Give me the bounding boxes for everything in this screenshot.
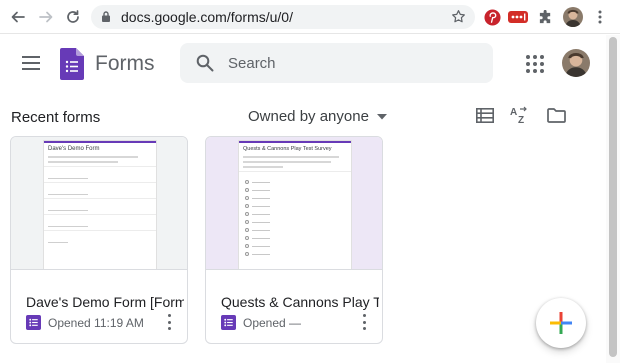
last-opened: Opened — bbox=[243, 316, 302, 330]
owner-filter-label: Owned by anyone bbox=[248, 107, 369, 125]
bookmark-star-icon[interactable] bbox=[451, 9, 466, 29]
form-name[interactable]: Dave's Demo Form [Form] bbox=[26, 294, 184, 310]
address-bar[interactable]: docs.google.com/forms/u/0/ bbox=[91, 5, 475, 29]
recent-forms-heading: Recent forms bbox=[11, 109, 101, 126]
form-thumbnail[interactable]: Dave's Demo Form bbox=[11, 137, 187, 270]
app-header: Forms Search bbox=[0, 35, 606, 97]
svg-text:Z: Z bbox=[518, 115, 524, 124]
more-vert-icon[interactable] bbox=[590, 7, 610, 27]
folder-icon[interactable] bbox=[545, 104, 567, 126]
form-preview-title: Dave's Demo Form bbox=[48, 146, 100, 152]
form-preview-title: Quests & Cannons Play Test Survey bbox=[243, 146, 332, 152]
search-input[interactable]: Search bbox=[180, 43, 493, 83]
list-view-icon[interactable] bbox=[474, 104, 496, 126]
form-preview: Quests & Cannons Play Test Survey bbox=[239, 141, 351, 269]
owner-filter-dropdown[interactable]: Owned by anyone bbox=[248, 106, 387, 126]
extensions-puzzle-icon[interactable] bbox=[535, 7, 555, 27]
page-scrollbar[interactable] bbox=[606, 35, 620, 363]
forward-arrow-icon[interactable] bbox=[36, 7, 56, 27]
form-name[interactable]: Quests & Cannons Play Te... bbox=[221, 294, 379, 310]
search-icon[interactable] bbox=[196, 54, 214, 77]
form-card-quests-cannons[interactable]: Quests & Cannons Play Test Survey Quests… bbox=[205, 136, 383, 344]
sort-az-icon[interactable]: AZ bbox=[509, 104, 531, 126]
more-options-icon[interactable] bbox=[166, 314, 172, 330]
back-arrow-icon[interactable] bbox=[8, 7, 28, 27]
main-menu-icon[interactable] bbox=[22, 56, 40, 70]
lastpass-icon[interactable] bbox=[508, 7, 528, 27]
lock-icon bbox=[101, 10, 111, 28]
svg-text:A: A bbox=[510, 107, 517, 118]
search-placeholder: Search bbox=[228, 55, 276, 72]
form-thumbnail[interactable]: Quests & Cannons Play Test Survey bbox=[206, 137, 382, 270]
create-form-button[interactable] bbox=[536, 298, 586, 348]
plus-icon bbox=[550, 312, 572, 334]
pinterest-icon[interactable] bbox=[482, 7, 502, 27]
form-card-daves-demo[interactable]: Dave's Demo Form Dave's Demo Form [Form]… bbox=[10, 136, 188, 344]
more-options-icon[interactable] bbox=[361, 314, 367, 330]
google-apps-icon[interactable] bbox=[526, 55, 544, 73]
last-opened: Opened 11:19 AM bbox=[48, 316, 144, 330]
forms-file-icon bbox=[221, 315, 236, 335]
reload-icon[interactable] bbox=[63, 7, 83, 27]
dropdown-arrow-icon bbox=[376, 107, 387, 125]
account-avatar[interactable] bbox=[562, 49, 590, 77]
scrollbar-thumb[interactable] bbox=[609, 37, 617, 357]
browser-toolbar: docs.google.com/forms/u/0/ bbox=[0, 0, 620, 34]
forms-logo-icon[interactable] bbox=[60, 48, 84, 85]
profile-avatar[interactable] bbox=[563, 7, 583, 27]
app-title[interactable]: Forms bbox=[95, 52, 155, 76]
url-text: docs.google.com/forms/u/0/ bbox=[121, 9, 293, 25]
form-preview: Dave's Demo Form bbox=[44, 141, 156, 269]
forms-file-icon bbox=[26, 315, 41, 335]
